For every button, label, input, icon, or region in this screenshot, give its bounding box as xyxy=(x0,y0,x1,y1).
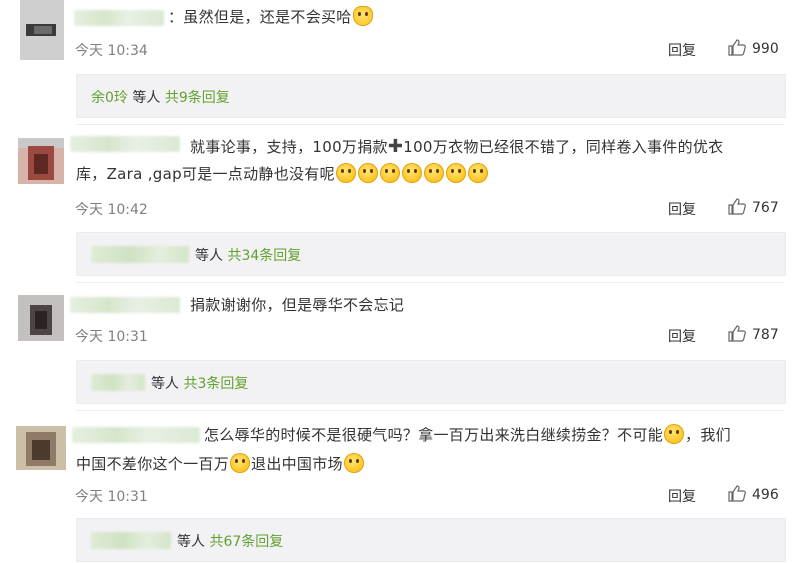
avatar[interactable] xyxy=(18,295,64,341)
emoji-icon xyxy=(467,163,488,183)
comment-text: 怎么辱华的时候不是很硬气吗？拿一百万出来洗白继续捞金？不可能 ，我们 xyxy=(204,424,731,444)
reply-others: 等人 xyxy=(177,534,210,550)
like-button[interactable]: 767 xyxy=(728,198,779,216)
reply-others: 等人 xyxy=(127,90,165,106)
username[interactable] xyxy=(70,136,180,152)
comment-text: 就事论事，支持，100万捐款✚100万衣物已经很不错了，同样卷入事件的优衣 xyxy=(190,136,724,157)
reply-summary[interactable]: 等人 共67条回复 xyxy=(76,518,786,562)
reply-count[interactable]: 共9条回复 xyxy=(165,90,230,106)
reply-count[interactable]: 共3条回复 xyxy=(183,376,248,392)
comment-time: 今天 10:31 xyxy=(75,489,148,505)
thumbs-up-icon xyxy=(728,485,746,502)
reply-others: 等人 xyxy=(151,376,184,392)
reply-button[interactable]: 回复 xyxy=(668,40,696,60)
username[interactable] xyxy=(70,297,180,313)
comment-text: 捐款谢谢你，但是辱华不会忘记 xyxy=(190,296,405,314)
divider xyxy=(76,124,784,125)
emoji-icon xyxy=(379,163,400,183)
reply-user[interactable] xyxy=(91,532,171,549)
like-button[interactable]: 496 xyxy=(728,485,779,503)
comment-text-line2: 库，Zara ,gap可是一点动静也没有呢 xyxy=(76,161,489,188)
avatar[interactable] xyxy=(20,0,64,60)
like-count: 787 xyxy=(752,327,779,343)
emoji-icon xyxy=(423,163,444,183)
avatar[interactable] xyxy=(16,426,66,470)
reply-button[interactable]: 回复 xyxy=(668,486,696,506)
like-button[interactable]: 787 xyxy=(728,325,779,343)
reply-button[interactable]: 回复 xyxy=(668,326,696,346)
reply-summary[interactable]: 余0玲 等人 共9条回复 xyxy=(76,74,786,118)
reply-others: 等人 xyxy=(195,248,228,264)
emoji-icon xyxy=(230,453,251,473)
reply-user[interactable] xyxy=(91,246,189,263)
comment-time: 今天 10:42 xyxy=(75,202,148,218)
emoji-icon xyxy=(401,163,422,183)
emoji-icon xyxy=(445,163,466,183)
reply-user[interactable] xyxy=(91,374,145,391)
comment-text-line2: 中国不差你这个一百万 退出中国市场 xyxy=(76,451,365,478)
emoji-icon xyxy=(357,163,378,183)
divider xyxy=(76,282,784,283)
comment-text: ：虽然但是，还是不会买哈 xyxy=(168,4,374,31)
username[interactable] xyxy=(74,10,164,26)
like-count: 990 xyxy=(752,41,779,57)
emoji-icon xyxy=(335,163,356,183)
divider xyxy=(76,410,784,411)
plus-icon: ✚ xyxy=(387,136,404,157)
username[interactable] xyxy=(72,427,200,443)
reply-summary[interactable]: 等人 共34条回复 xyxy=(76,232,786,276)
emoji-icon xyxy=(352,6,373,26)
reply-user[interactable]: 余0玲 xyxy=(91,90,128,106)
like-button[interactable]: 990 xyxy=(728,39,779,57)
like-count: 496 xyxy=(752,487,779,503)
comment-time: 今天 10:31 xyxy=(75,329,148,345)
reply-count[interactable]: 共34条回复 xyxy=(227,248,301,264)
like-count: 767 xyxy=(752,200,779,216)
reply-count[interactable]: 共67条回复 xyxy=(209,534,283,550)
emoji-icon xyxy=(664,424,685,444)
thumbs-up-icon xyxy=(728,325,746,342)
reply-summary[interactable]: 等人 共3条回复 xyxy=(76,360,786,404)
thumbs-up-icon xyxy=(728,39,746,56)
comment-time: 今天 10:34 xyxy=(75,43,148,59)
emoji-icon xyxy=(343,453,364,473)
avatar[interactable] xyxy=(18,138,64,184)
thumbs-up-icon xyxy=(728,198,746,215)
reply-button[interactable]: 回复 xyxy=(668,199,696,219)
